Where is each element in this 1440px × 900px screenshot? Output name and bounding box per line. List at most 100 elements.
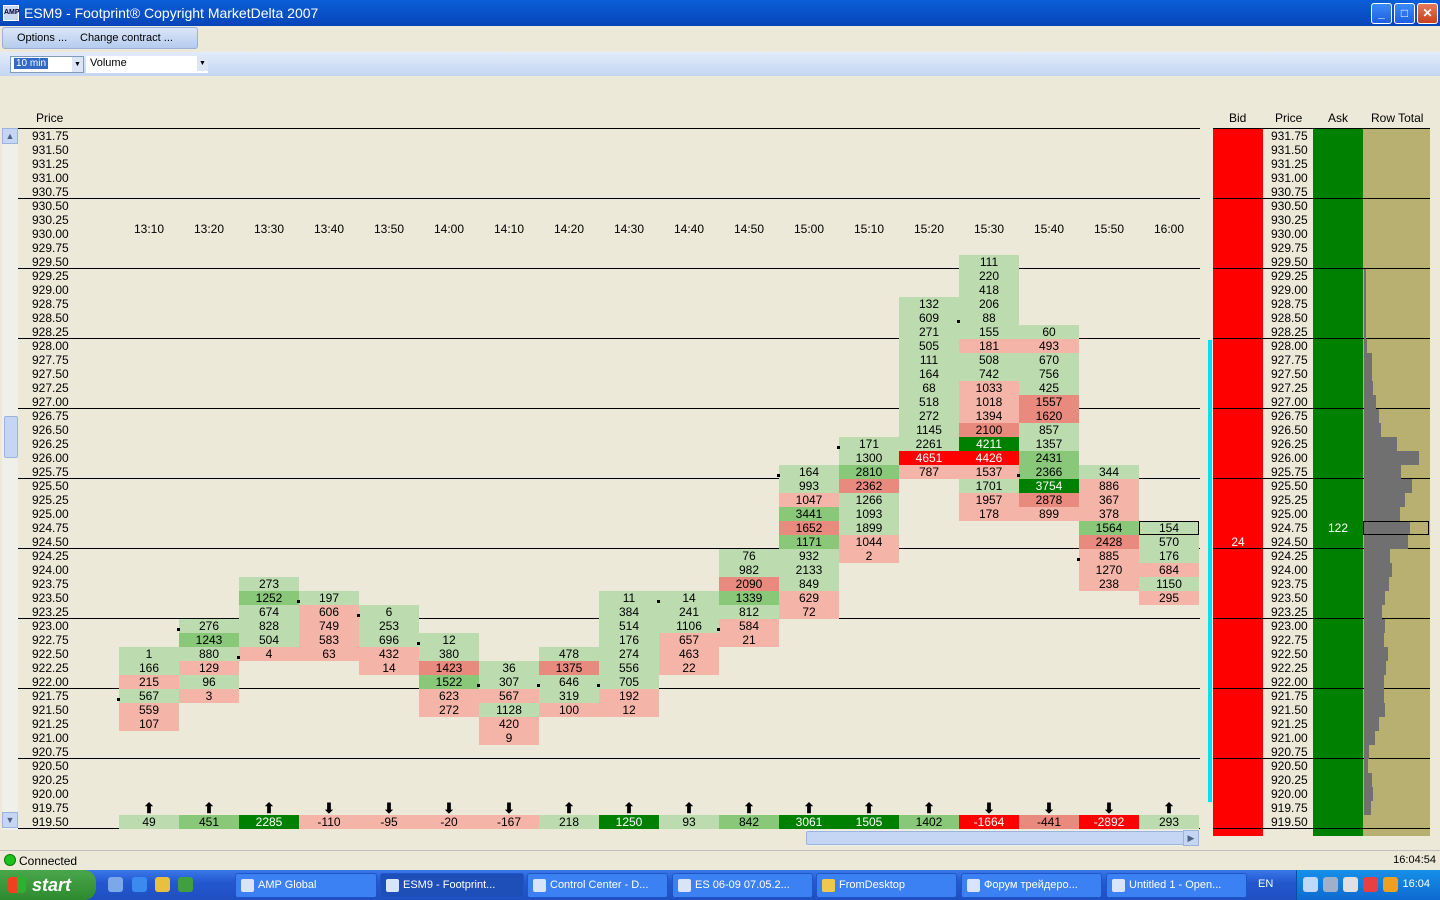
footprint-cell[interactable]: 206 [959,297,1019,311]
footprint-cell[interactable]: 674 [239,605,299,619]
footprint-cell[interactable]: 880 [179,647,239,661]
footprint-cell[interactable]: 670 [1019,353,1079,367]
footprint-cell[interactable]: 432 [359,647,419,661]
tray-app-icon[interactable] [1323,877,1338,892]
footprint-cell[interactable]: 12 [419,633,479,647]
footprint-cell[interactable]: 1522 [419,675,479,689]
footprint-cell[interactable]: 63 [299,647,359,661]
footprint-cell[interactable]: 1243 [179,633,239,647]
footprint-cell[interactable]: 274 [599,647,659,661]
task-control-center[interactable]: Control Center - D... [527,873,668,898]
footprint-cell[interactable]: 646 [539,675,599,689]
footprint-cell[interactable]: 192 [599,689,659,703]
maximize-button[interactable]: □ [1394,3,1415,24]
footprint-cell[interactable]: 21 [719,633,779,647]
minimize-button[interactable]: _ [1371,3,1392,24]
footprint-cell[interactable]: 3 [179,689,239,703]
footprint-cell[interactable]: 2261 [899,437,959,451]
footprint-cell[interactable]: 629 [779,591,839,605]
footprint-cell[interactable]: 1957 [959,493,1019,507]
task-fromdesktop[interactable]: FromDesktop [816,873,957,898]
footprint-cell[interactable]: 176 [1139,549,1199,563]
footprint-cell[interactable]: 253 [359,619,419,633]
footprint-cell[interactable]: 1093 [839,507,899,521]
footprint-cell[interactable]: 756 [1019,367,1079,381]
footprint-cell[interactable]: 1423 [419,661,479,675]
footprint-cell[interactable]: 273 [239,577,299,591]
tray-app-icon[interactable] [1343,877,1358,892]
footprint-cell[interactable]: 1701 [959,479,1019,493]
task-esm9-footprint[interactable]: ESM9 - Footprint... [380,873,524,898]
task-amp-global[interactable]: AMP Global [235,873,377,898]
app-quicklaunch-icon[interactable] [178,877,193,892]
footprint-cell[interactable]: 742 [959,367,1019,381]
footprint-cell[interactable]: 886 [1079,479,1139,493]
footprint-cell[interactable]: 1375 [539,661,599,675]
footprint-cell[interactable]: 514 [599,619,659,633]
vertical-scroll-thumb[interactable] [4,416,18,458]
footprint-cell[interactable]: 1033 [959,381,1019,395]
footprint-cell[interactable]: 1 [119,647,179,661]
footprint-cell[interactable]: 9 [479,731,539,745]
footprint-cell[interactable]: 559 [119,703,179,717]
task-forum[interactable]: Форум трейдеро... [961,873,1102,898]
footprint-cell[interactable]: 570 [1139,535,1199,549]
vertical-scrollbar[interactable]: ▲ ▼ [2,128,18,830]
footprint-cell[interactable]: 107 [119,717,179,731]
footprint-cell[interactable]: 307 [479,675,539,689]
chevron-down-icon[interactable]: ▼ [72,57,83,72]
change-contract-menu[interactable]: Change contract ... [80,32,173,44]
footprint-cell[interactable]: 3754 [1019,479,1079,493]
footprint-cell[interactable]: 176 [599,633,659,647]
footprint-cell[interactable]: 696 [359,633,419,647]
footprint-cell[interactable]: 155 [959,325,1019,339]
footprint-cell[interactable]: 68 [899,381,959,395]
chevron-down-icon[interactable]: ▼ [197,56,208,71]
footprint-cell[interactable]: 812 [719,605,779,619]
chrome-icon[interactable] [155,877,170,892]
footprint-cell[interactable]: 493 [1019,339,1079,353]
footprint-cell[interactable]: 885 [1079,549,1139,563]
footprint-cell[interactable]: 238 [1079,577,1139,591]
footprint-cell[interactable]: 606 [299,605,359,619]
footprint-cell[interactable]: 899 [1019,507,1079,521]
language-indicator[interactable]: EN [1258,878,1273,890]
footprint-cell[interactable]: 111 [899,353,959,367]
footprint-cell[interactable]: 982 [719,563,779,577]
footprint-cell[interactable]: 14 [359,661,419,675]
horizontal-scroll-thumb[interactable] [806,831,1184,845]
footprint-cell[interactable]: 518 [899,395,959,409]
footprint-cell[interactable]: 1339 [719,591,779,605]
footprint-cell[interactable]: 96 [179,675,239,689]
footprint-cell[interactable]: 2100 [959,423,1019,437]
metric-select[interactable]: Volume ▼ [86,56,208,73]
footprint-cell[interactable]: 1150 [1139,577,1199,591]
footprint-cell[interactable]: 60 [1019,325,1079,339]
footprint-cell[interactable]: 425 [1019,381,1079,395]
footprint-cell[interactable]: 178 [959,507,1019,521]
close-button[interactable]: ✕ [1417,3,1438,24]
footprint-cell[interactable]: 1537 [959,465,1019,479]
footprint-cell[interactable]: 220 [959,269,1019,283]
tray-app-icon[interactable] [1363,877,1378,892]
footprint-cell[interactable]: 1044 [839,535,899,549]
footprint-cell[interactable]: 2810 [839,465,899,479]
footprint-cell[interactable]: 215 [119,675,179,689]
footprint-cell[interactable]: 3441 [779,507,839,521]
footprint-cell[interactable]: 463 [659,647,719,661]
footprint-cell[interactable]: 4651 [899,451,959,465]
footprint-cell[interactable]: 276 [179,619,239,633]
tray-app-icon[interactable] [1383,877,1398,892]
footprint-cell[interactable]: 4 [239,647,299,661]
footprint-cell[interactable]: 749 [299,619,359,633]
footprint-cell[interactable]: 418 [959,283,1019,297]
footprint-cell[interactable]: 164 [779,465,839,479]
footprint-cell[interactable]: 932 [779,549,839,563]
footprint-cell[interactable]: 787 [899,465,959,479]
footprint-cell[interactable]: 12 [599,703,659,717]
footprint-cell[interactable]: 1128 [479,703,539,717]
footprint-cell[interactable]: 100 [539,703,599,717]
footprint-cell[interactable]: 1047 [779,493,839,507]
footprint-cell[interactable]: 857 [1019,423,1079,437]
footprint-cell[interactable]: 272 [899,409,959,423]
